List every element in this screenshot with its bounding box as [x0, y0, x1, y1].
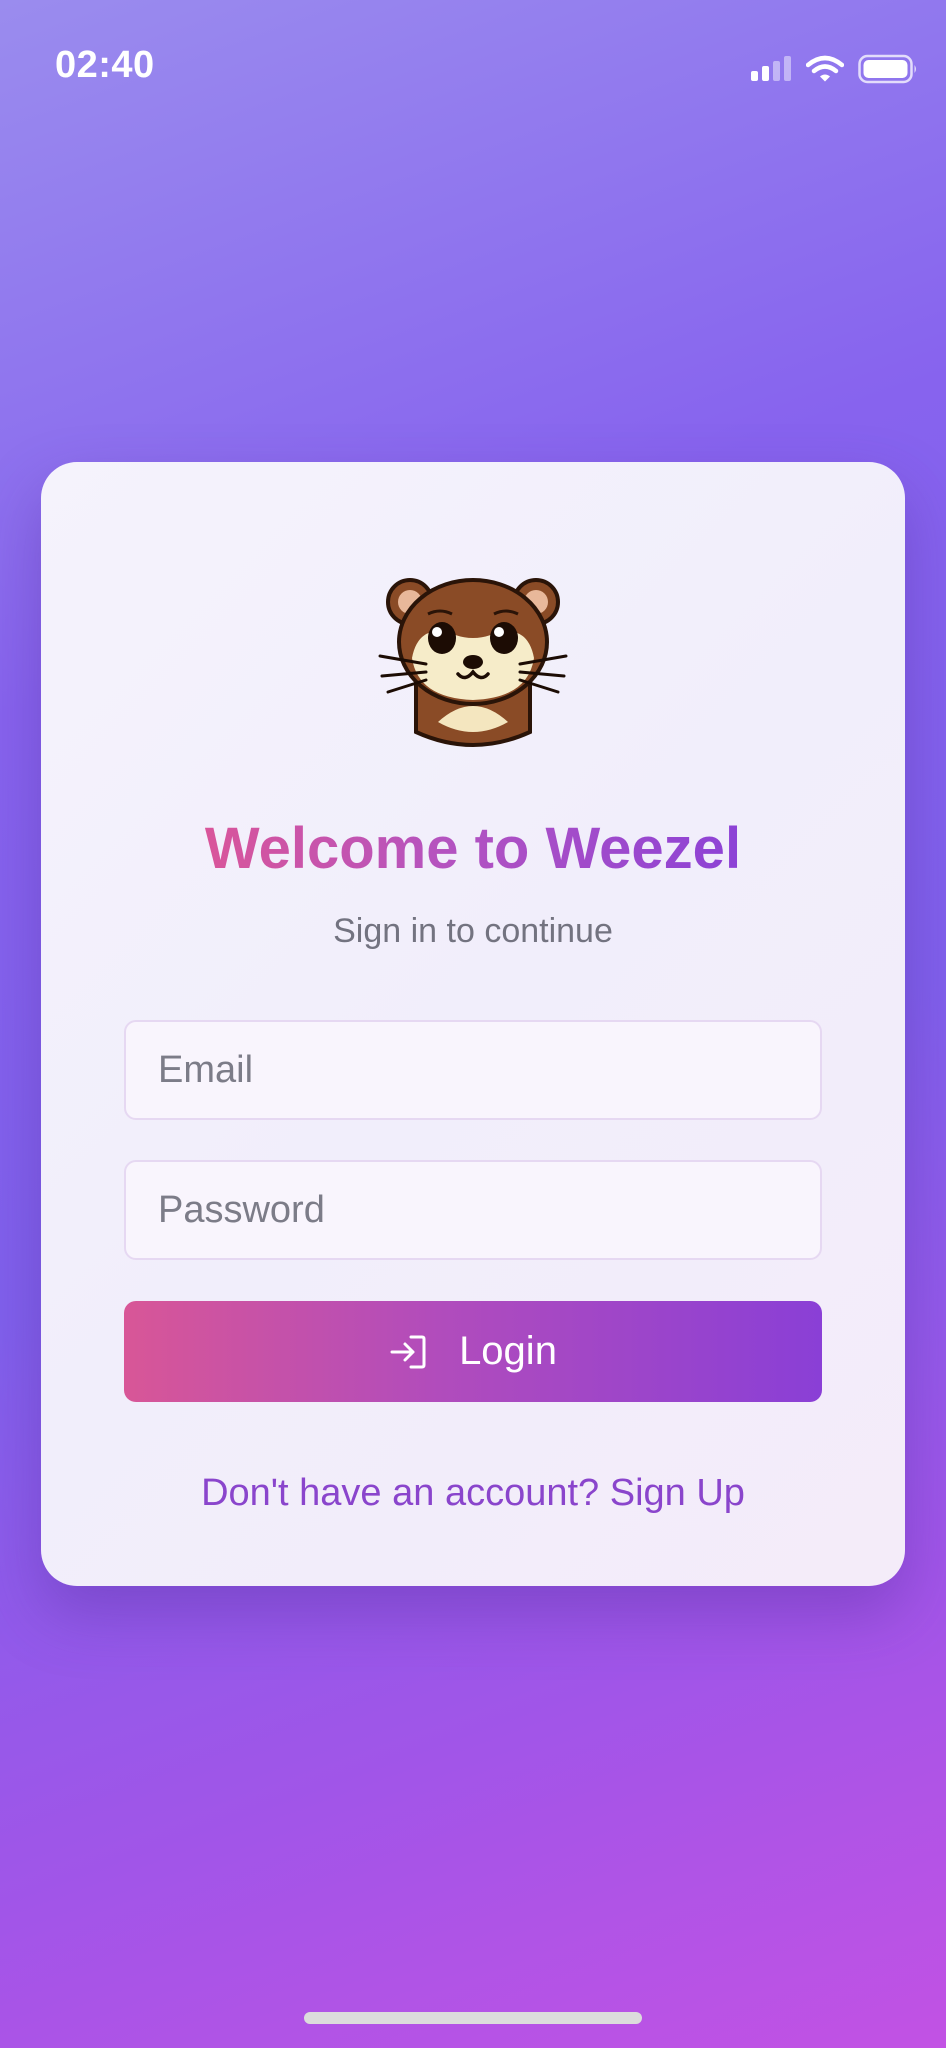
email-field[interactable] [124, 1020, 822, 1120]
page-title: Welcome to Weezel [41, 814, 905, 884]
cellular-signal-icon [750, 55, 792, 83]
weasel-mascot-icon [378, 572, 568, 752]
login-button[interactable]: Login [124, 1301, 822, 1402]
wifi-icon [806, 55, 844, 83]
status-icons [750, 52, 918, 86]
welcome-title-text: Welcome to Weezel [204, 816, 742, 881]
login-card: Welcome to Weezel Sign in to continue Lo… [41, 462, 905, 1586]
password-field[interactable] [124, 1160, 822, 1260]
status-time: 02:40 [55, 44, 155, 86]
battery-icon [858, 54, 918, 84]
login-arrow-icon [389, 1334, 427, 1370]
page-subtitle: Sign in to continue [333, 912, 613, 950]
status-bar: 02:40 [0, 0, 946, 140]
home-indicator[interactable] [304, 2012, 642, 2024]
login-button-label: Login [459, 1329, 557, 1373]
signup-link[interactable]: Don't have an account? Sign Up [41, 1472, 905, 1515]
